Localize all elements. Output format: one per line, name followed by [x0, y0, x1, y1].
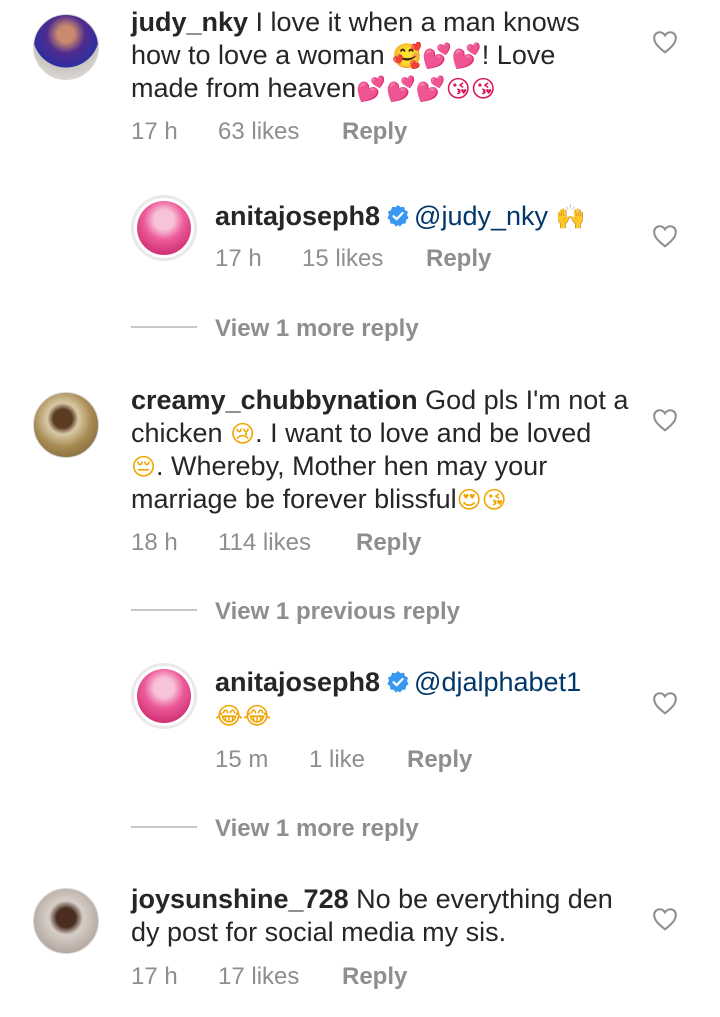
heart-outline-icon[interactable]: [652, 691, 678, 715]
heart-outline-icon[interactable]: [652, 907, 678, 931]
comment-likes[interactable]: 114 likes: [218, 529, 311, 557]
comment-meta: 17 h 15 likes Reply: [215, 245, 615, 275]
comment-text: I love it when a man knows: [248, 7, 580, 37]
heart-outline-icon[interactable]: [652, 408, 678, 432]
comment-text: No be everything den: [348, 884, 613, 914]
avatar[interactable]: [33, 888, 99, 954]
comment-username[interactable]: anitajoseph8: [215, 667, 380, 697]
comment-meta: 18 h 114 likes Reply: [131, 529, 531, 559]
reply-button[interactable]: Reply: [426, 245, 491, 273]
comment-username[interactable]: judy_nky: [131, 7, 248, 37]
view-replies-divider: [131, 326, 197, 328]
comment-item: judy_nky I love it when a man knows how …: [0, 0, 720, 160]
comment-body: anitajoseph8 @djalphabet1 😂😂: [215, 666, 635, 732]
comment-time: 17 h: [131, 118, 178, 145]
view-more-replies[interactable]: View 1 more reply: [215, 815, 419, 843]
comment-meta: 15 m 1 like Reply: [215, 746, 615, 776]
emoji-group: 🙌: [555, 203, 586, 231]
comment-text: . Whereby, Mother hen may your: [156, 451, 548, 481]
view-more-replies[interactable]: View 1 more reply: [215, 315, 419, 343]
comment-body: anitajoseph8 @judy_nky 🙌: [215, 200, 635, 233]
emoji-group: 💕💕💕😘😘: [356, 75, 496, 103]
avatar[interactable]: [131, 663, 197, 729]
comment-likes[interactable]: 17 likes: [218, 963, 299, 991]
comment-likes[interactable]: 63 likes: [218, 118, 299, 146]
comment-time: 17 h: [131, 963, 178, 990]
comment-time: 15 m: [215, 746, 269, 773]
view-replies-divider: [131, 826, 197, 828]
comment-meta: 17 h 17 likes Reply: [131, 963, 531, 993]
comment-likes[interactable]: 1 like: [309, 746, 365, 774]
view-previous-replies[interactable]: View 1 previous reply: [215, 598, 460, 626]
avatar[interactable]: [33, 392, 99, 458]
avatar[interactable]: [33, 14, 99, 80]
comment-text: God pls I'm not a: [417, 385, 629, 415]
comment-username[interactable]: creamy_chubbynation: [131, 385, 418, 415]
comment-body: creamy_chubbynation God pls I'm not a ch…: [131, 384, 651, 516]
comment-time: 18 h: [131, 529, 178, 556]
comment-item: joysunshine_728 No be everything den dy …: [0, 878, 720, 1017]
comment-meta: 17 h 63 likes Reply: [131, 118, 531, 148]
heart-outline-icon[interactable]: [652, 224, 678, 248]
verified-badge-icon: [387, 205, 409, 227]
emoji-group: 😂😂: [215, 702, 272, 730]
comment-username[interactable]: joysunshine_728: [131, 884, 349, 914]
comment-likes[interactable]: 15 likes: [302, 245, 383, 273]
emoji-group: 😢: [230, 420, 256, 448]
comment-username[interactable]: anitajoseph8: [215, 201, 380, 231]
avatar[interactable]: [131, 195, 197, 261]
comment-item: creamy_chubbynation God pls I'm not a ch…: [0, 380, 720, 570]
reply-button[interactable]: Reply: [342, 118, 407, 146]
comment-text: marriage be forever blissful: [131, 484, 457, 514]
comment-body: judy_nky I love it when a man knows how …: [131, 6, 651, 105]
reply-item: anitajoseph8 @djalphabet1 😂😂 15 m 1 like …: [0, 658, 720, 788]
comment-text: made from heaven: [131, 73, 357, 103]
comment-body: joysunshine_728 No be everything den dy …: [131, 883, 651, 949]
reply-button[interactable]: Reply: [407, 746, 472, 774]
reply-button[interactable]: Reply: [342, 963, 407, 991]
verified-badge-icon: [387, 671, 409, 693]
view-replies-divider: [131, 609, 197, 611]
comment-text: chicken: [131, 418, 231, 448]
mention-link[interactable]: @djalphabet1: [414, 667, 581, 697]
comment-text: how to love a woman: [131, 40, 393, 70]
reply-item: anitajoseph8 @judy_nky 🙌 17 h 15 likes Re…: [0, 190, 720, 290]
emoji-group: 😔: [131, 453, 157, 481]
comment-time: 17 h: [215, 245, 262, 272]
emoji-group: 🥰💕💕: [392, 42, 482, 70]
mention-link[interactable]: @judy_nky: [414, 201, 548, 231]
comment-text: ! Love: [481, 40, 556, 70]
emoji-group: 😍😘: [456, 486, 507, 514]
comment-text: dy post for social media my sis.: [131, 917, 507, 947]
heart-outline-icon[interactable]: [652, 30, 678, 54]
reply-button[interactable]: Reply: [356, 529, 421, 557]
comment-text: . I want to love and be loved: [255, 418, 592, 448]
